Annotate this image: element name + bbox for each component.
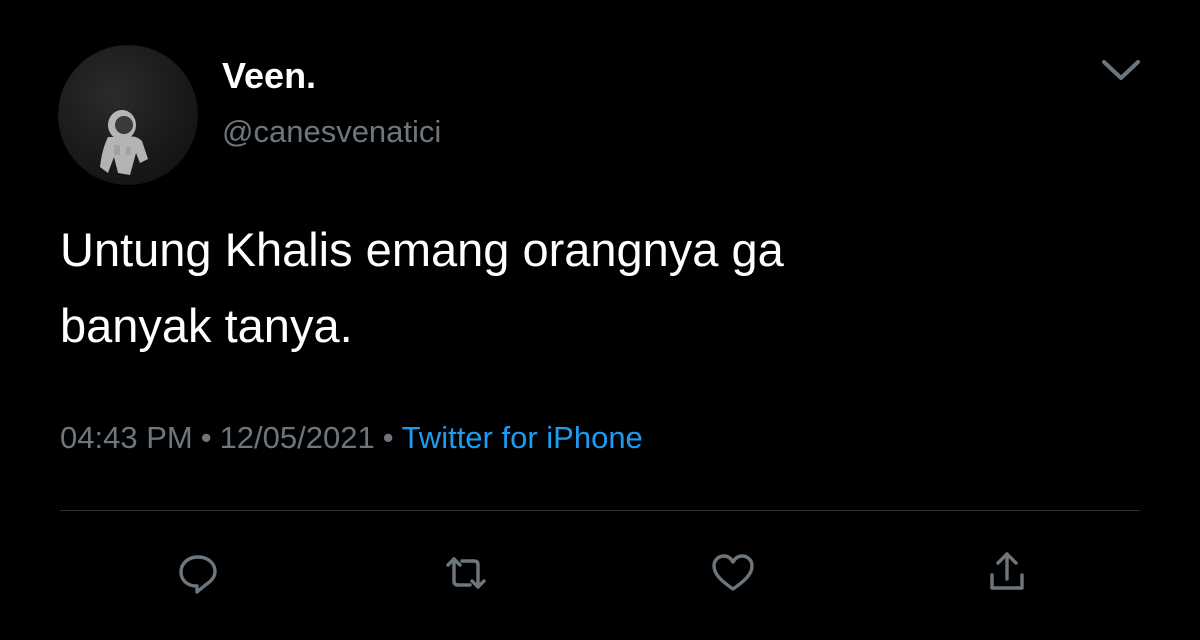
display-name[interactable]: Veen. [222,54,316,98]
divider [60,510,1140,511]
meta-separator: • [382,420,394,455]
tweet-text: Untung Khalis emang orangnya ga banyak t… [60,212,1140,364]
tweet-text-line: banyak tanya. [60,299,353,352]
tweet-text-line: Untung Khalis emang orangnya ga [60,223,784,276]
meta-separator: • [200,420,212,455]
avatar[interactable] [58,45,198,185]
chevron-down-icon[interactable] [1096,52,1146,88]
retweet-icon[interactable] [441,548,491,598]
tweet-time[interactable]: 04:43 PM [60,420,193,455]
reply-icon[interactable] [173,548,223,598]
heart-icon[interactable] [708,548,758,598]
share-icon[interactable] [982,548,1032,598]
tweet-card: Veen. @canesvenatici Untung Khalis emang… [0,0,1200,640]
astronaut-avatar-image [100,110,148,175]
user-handle[interactable]: @canesvenatici [222,112,441,152]
tweet-meta: 04:43 PM • 12/05/2021 • Twitter for iPhone [60,416,643,460]
tweet-date[interactable]: 12/05/2021 [220,420,375,455]
tweet-source-link[interactable]: Twitter for iPhone [402,420,643,455]
